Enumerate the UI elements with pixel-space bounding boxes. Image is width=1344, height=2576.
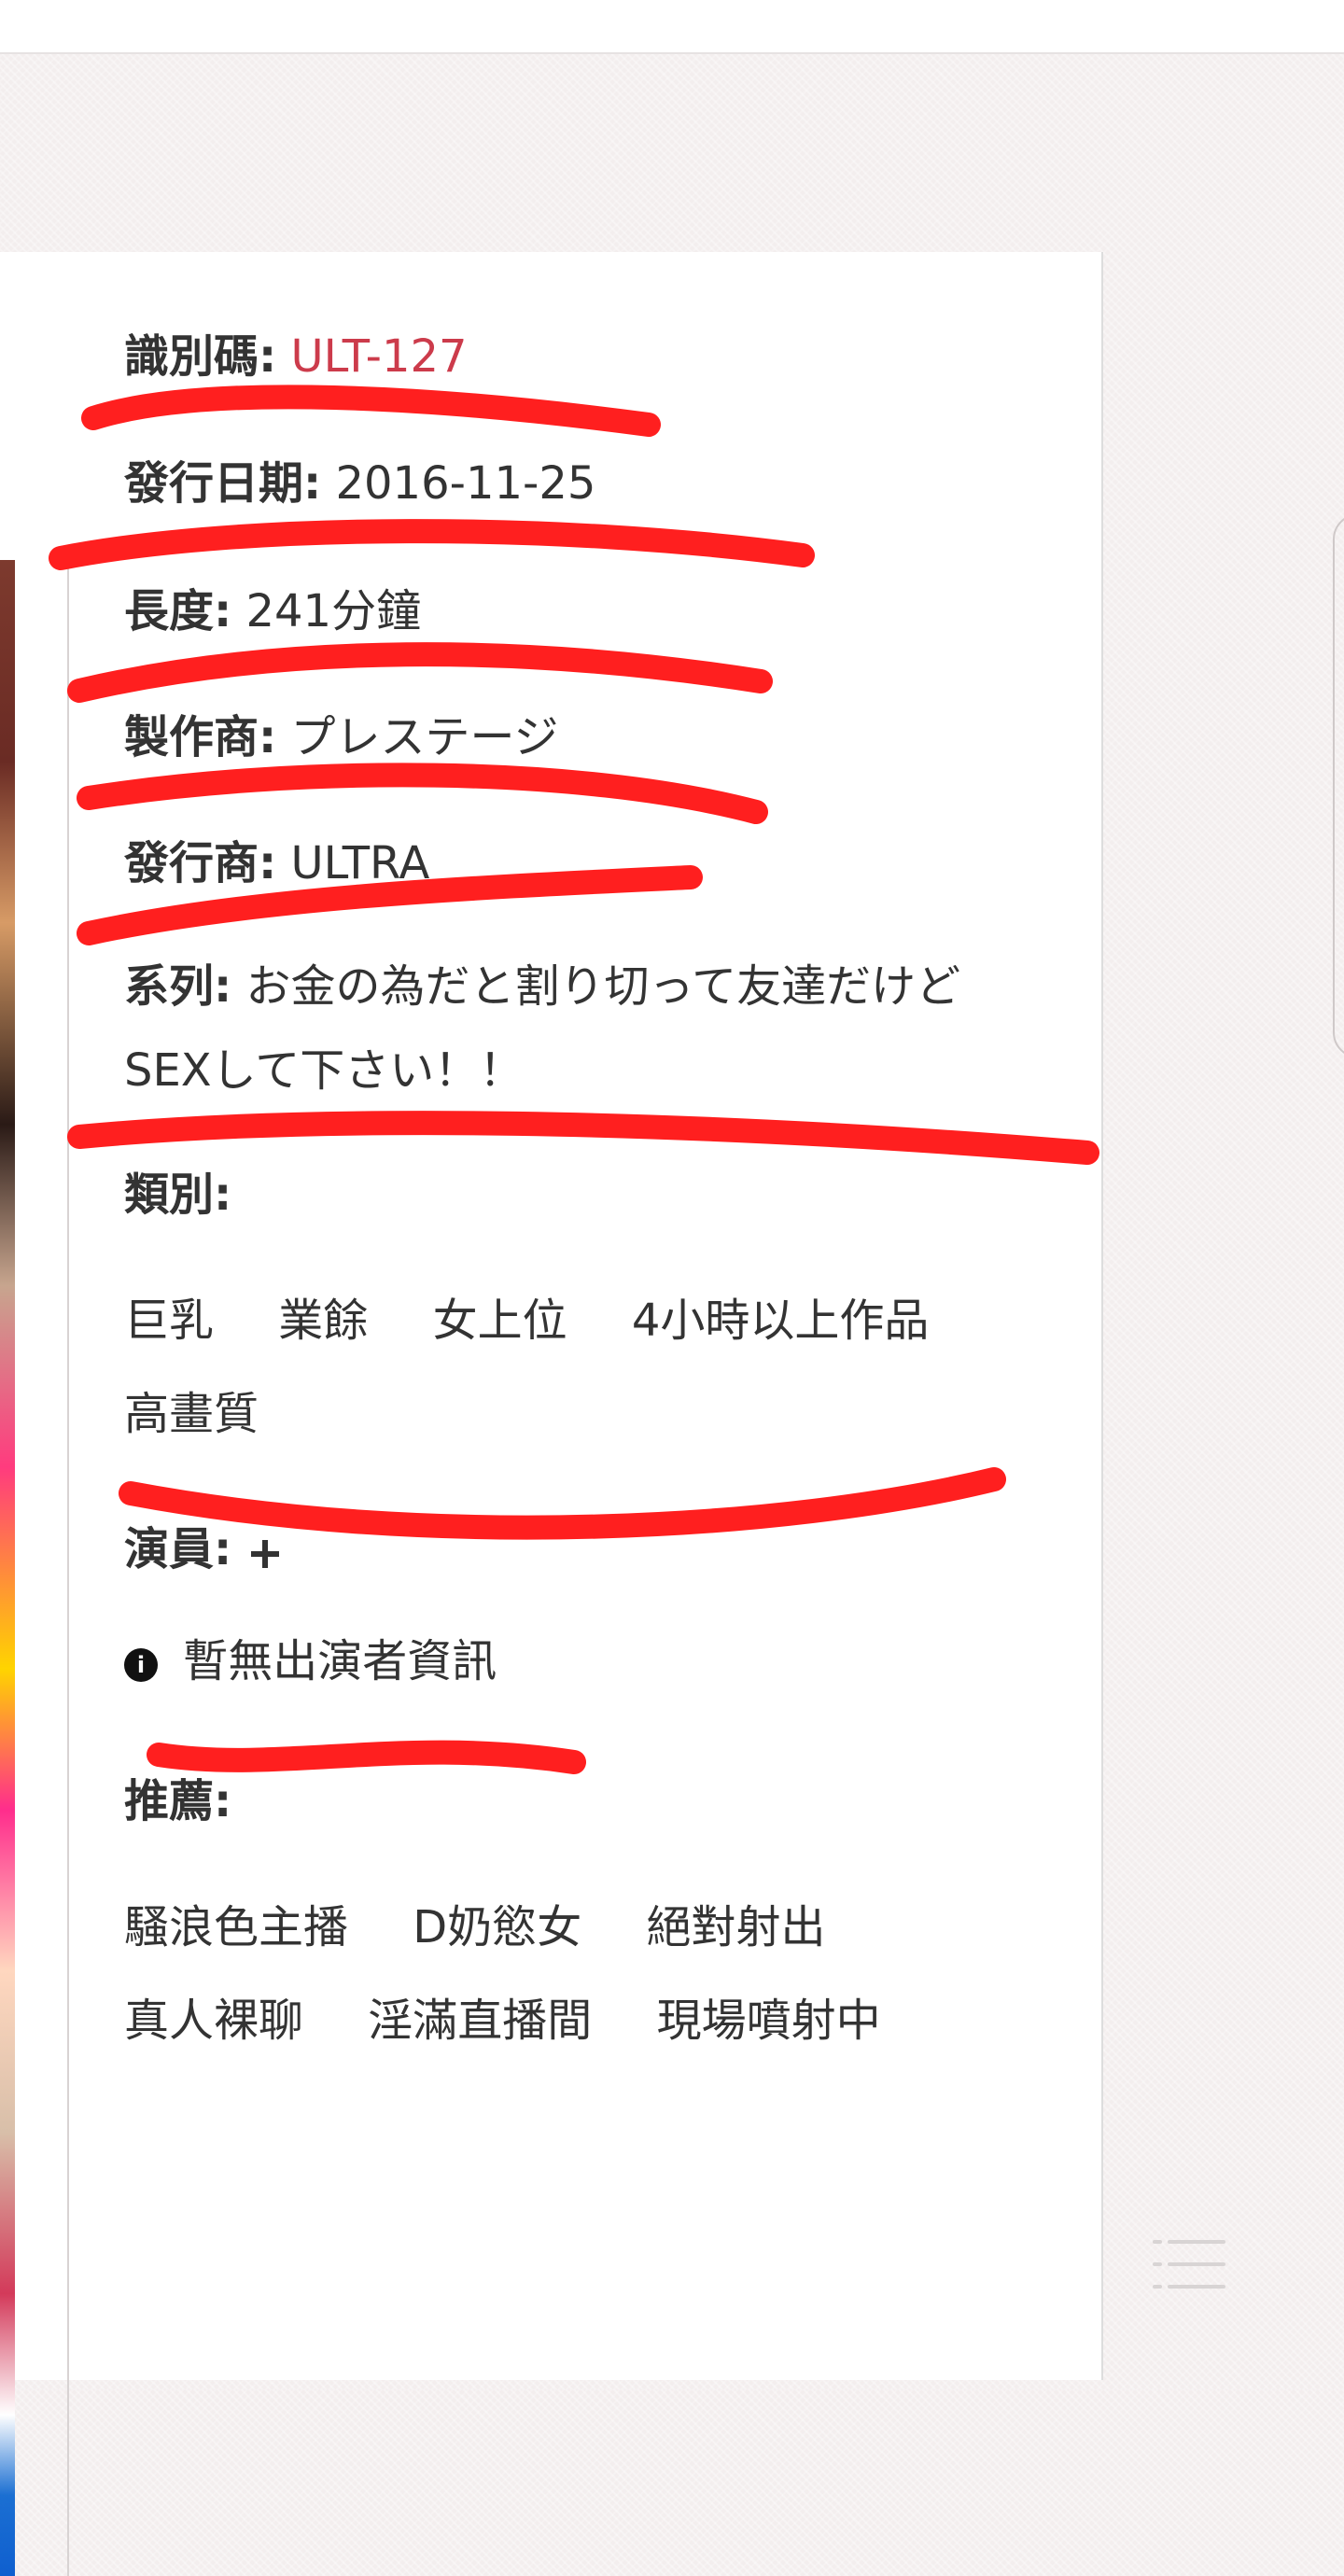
length-value: 241分鐘: [245, 585, 422, 637]
series-label: 系列:: [124, 960, 232, 1013]
id-value[interactable]: ULT-127: [290, 330, 467, 383]
publisher-row: 發行商: ULTRA: [124, 835, 429, 891]
list-menu-icon[interactable]: [1153, 2231, 1231, 2300]
recommend-tags: 騷浪色主播 D奶慾女 絕對射出 真人裸聊 淫滿直播間 現場噴射中: [124, 1881, 1020, 2067]
genre-tag[interactable]: 女上位: [433, 1274, 567, 1367]
length-row: 長度: 241分鐘: [124, 583, 421, 639]
actor-header: 演員:: [124, 1521, 280, 1577]
recommend-tag[interactable]: 絕對射出: [647, 1881, 826, 1974]
maker-link[interactable]: プレステージ: [290, 711, 558, 763]
recommend-tag[interactable]: 淫滿直播間: [368, 1974, 592, 2067]
cover-image-strip: [0, 560, 15, 2576]
series-row: 系列: お金の為だと割り切って友達だけどSEXして下さい！！: [124, 945, 1039, 1113]
publisher-label: 發行商:: [124, 837, 277, 889]
genre-tag[interactable]: 業餘: [278, 1274, 368, 1367]
id-row: 識別碼: ULT-127: [124, 329, 468, 385]
plus-icon[interactable]: [251, 1540, 280, 1568]
top-bar: [0, 0, 1344, 54]
actor-empty-text: 暫無出演者資訊: [183, 1635, 497, 1687]
recommend-label: 推薦:: [124, 1775, 232, 1827]
genre-tag[interactable]: 4小時以上作品: [632, 1274, 930, 1367]
genre-label: 類別:: [124, 1169, 232, 1221]
id-label: 識別碼:: [124, 330, 277, 383]
actor-empty-row: i 暫無出演者資訊: [124, 1633, 497, 1689]
genre-tag[interactable]: 高畫質: [124, 1367, 259, 1461]
release-date-row: 發行日期: 2016-11-25: [124, 455, 595, 511]
length-label: 長度:: [124, 585, 232, 637]
series-link[interactable]: お金の為だと割り切って友達だけどSEXして下さい！！: [124, 960, 960, 1097]
recommend-header: 推薦:: [124, 1773, 231, 1829]
genre-tag[interactable]: 巨乳: [124, 1274, 214, 1367]
actor-label: 演員:: [124, 1523, 232, 1575]
recommend-tag[interactable]: 真人裸聊: [124, 1974, 303, 2067]
publisher-link[interactable]: ULTRA: [290, 837, 429, 889]
recommend-tag[interactable]: 騷浪色主播: [124, 1881, 348, 1974]
recommend-tag[interactable]: D奶慾女: [413, 1881, 581, 1974]
side-panel-outline: [1333, 513, 1344, 1058]
content-divider: [67, 565, 69, 2576]
genre-tags: 巨乳 業餘 女上位 4小時以上作品 高畫質: [124, 1274, 1057, 1461]
genre-header: 類別:: [124, 1167, 231, 1223]
recommend-tag[interactable]: 現場噴射中: [657, 1974, 881, 2067]
release-date-value: 2016-11-25: [335, 457, 596, 510]
release-date-label: 發行日期:: [124, 457, 322, 510]
maker-row: 製作商: プレステージ: [124, 709, 559, 765]
maker-label: 製作商:: [124, 711, 277, 763]
info-circle-icon: i: [124, 1648, 158, 1682]
